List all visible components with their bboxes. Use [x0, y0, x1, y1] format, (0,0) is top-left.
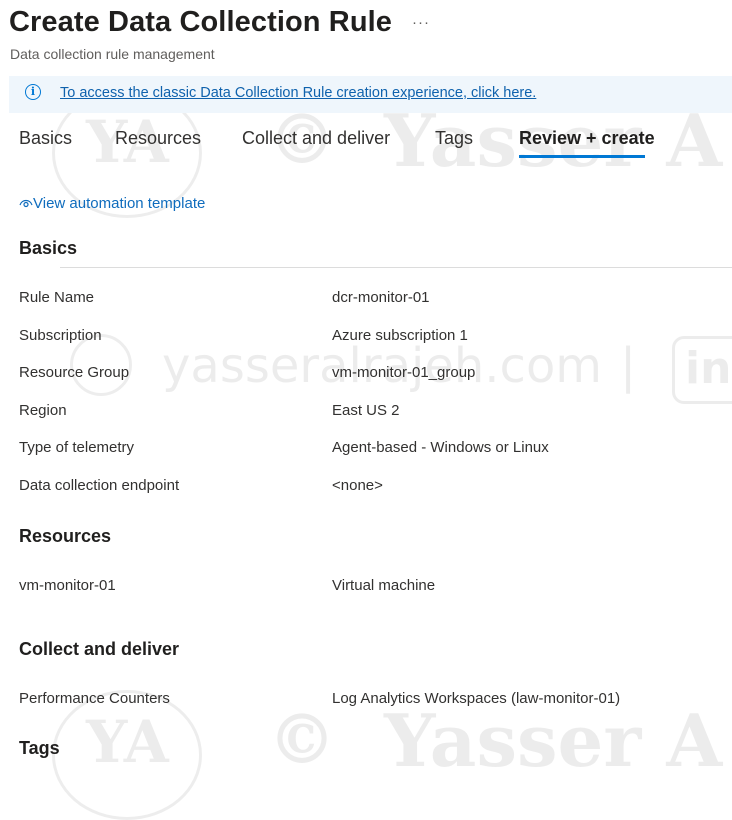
row-label-data-source: Performance Counters	[19, 690, 170, 707]
watermark-copyright-bottom: ©	[268, 700, 336, 780]
row-value-subscription: Azure subscription 1	[332, 327, 468, 344]
row-label-subscription: Subscription	[19, 327, 102, 344]
row-label-rule-name: Rule Name	[19, 289, 95, 306]
info-banner: i To access the classic Data Collection …	[9, 76, 732, 113]
row-value-region: East US 2	[332, 402, 400, 419]
row-value-resource-group: vm-monitor-01_group	[332, 364, 476, 381]
active-tab-indicator	[519, 155, 645, 158]
tab-review-create[interactable]: Review + create	[519, 128, 655, 149]
watermark-separator: |	[620, 338, 637, 394]
row-value-destination: Log Analytics Workspaces (law-monitor-01…	[332, 690, 621, 707]
row-label-region: Region	[19, 402, 67, 419]
tab-resources[interactable]: Resources	[115, 128, 201, 149]
row-label-resource-name: vm-monitor-01	[19, 577, 116, 594]
tab-collect-and-deliver[interactable]: Collect and deliver	[242, 128, 390, 149]
section-divider	[60, 267, 732, 268]
watermark-name-bottom: Yasser A	[384, 698, 723, 783]
wizard-tabs: Basics Resources Collect and deliver Tag…	[0, 124, 732, 164]
watermark-circle-bottom	[52, 690, 202, 820]
page-subtitle: Data collection rule management	[10, 46, 215, 62]
info-icon: i	[25, 84, 41, 100]
classic-experience-link[interactable]: To access the classic Data Collection Ru…	[60, 85, 536, 101]
view-automation-template-link[interactable]: View automation template	[19, 195, 205, 212]
page-title: Create Data Collection Rule	[9, 6, 393, 38]
tab-basics[interactable]: Basics	[19, 128, 72, 149]
row-value-resource-type: Virtual machine	[332, 577, 436, 594]
row-label-data-collection-endpoint: Data collection endpoint	[19, 477, 180, 494]
section-heading-basics: Basics	[19, 238, 78, 258]
view-automation-template-label: View automation template	[33, 195, 206, 212]
row-label-resource-group: Resource Group	[19, 364, 130, 381]
ellipsis-icon[interactable]: ···	[412, 14, 430, 31]
row-value-rule-name: dcr-monitor-01	[332, 289, 430, 306]
section-heading-resources: Resources	[19, 526, 112, 546]
watermark-monogram-bottom: YA	[86, 708, 169, 776]
eye-icon	[19, 199, 33, 208]
row-value-type-of-telemetry: Agent-based - Windows or Linux	[332, 439, 549, 456]
watermark-linkedin-icon: in	[672, 336, 732, 404]
row-label-type-of-telemetry: Type of telemetry	[19, 439, 135, 456]
tab-tags[interactable]: Tags	[435, 128, 473, 149]
row-value-data-collection-endpoint: <none>	[332, 477, 383, 494]
section-heading-collect-and-deliver: Collect and deliver	[19, 639, 180, 659]
